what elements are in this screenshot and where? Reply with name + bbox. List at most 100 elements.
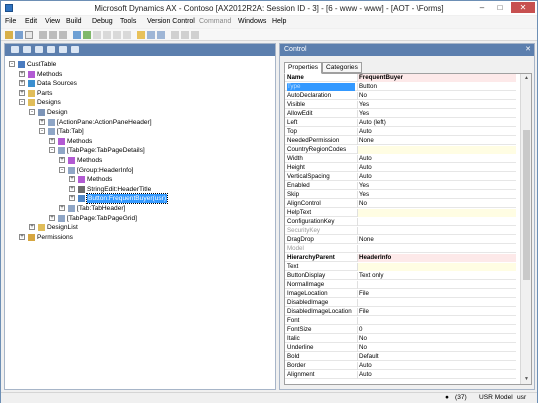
property-row[interactable]: Alignment Auto — [285, 371, 516, 379]
property-value[interactable]: No — [357, 344, 516, 352]
property-row[interactable]: NormalImage — [285, 281, 516, 289]
run-icon[interactable] — [83, 31, 91, 39]
property-row[interactable]: Skip Yes — [285, 191, 516, 199]
property-row[interactable]: ImageLocation File — [285, 290, 516, 298]
menu-edit[interactable]: Edit — [25, 18, 37, 25]
expand-icon[interactable]: + — [59, 157, 65, 163]
menu-help[interactable]: Help — [272, 18, 286, 25]
property-row[interactable]: DisabledImage — [285, 299, 516, 307]
property-row[interactable]: NeededPermission None — [285, 137, 516, 145]
property-row[interactable]: DragDrop None — [285, 236, 516, 244]
open-node-icon[interactable] — [11, 46, 19, 53]
property-row[interactable]: VerticalSpacing Auto — [285, 173, 516, 181]
property-value[interactable] — [357, 263, 516, 271]
property-row[interactable]: AutoDeclaration No — [285, 92, 516, 100]
property-value[interactable]: None — [357, 236, 516, 244]
expand-icon[interactable]: + — [69, 185, 75, 192]
property-value[interactable]: Button — [357, 83, 516, 91]
new-icon[interactable] — [25, 31, 33, 39]
property-row[interactable]: ButtonDisplay Text only — [285, 272, 516, 280]
property-row[interactable]: HelpText — [285, 209, 516, 217]
collapse-icon[interactable]: - — [49, 147, 55, 154]
property-row[interactable]: SecurityKey — [285, 227, 516, 235]
scroll-down-icon[interactable]: ▼ — [521, 375, 531, 384]
property-value[interactable]: No — [357, 200, 516, 208]
expand-icon[interactable]: + — [19, 80, 25, 87]
menu-file[interactable]: File — [5, 18, 16, 25]
property-row[interactable]: AlignControl No — [285, 200, 516, 208]
property-value[interactable]: Auto — [357, 155, 516, 163]
property-row[interactable]: Text — [285, 263, 516, 271]
property-row[interactable]: FontSize 0 — [285, 326, 516, 334]
edit-node-icon[interactable] — [35, 46, 43, 53]
property-value[interactable] — [357, 218, 516, 226]
menu-tools[interactable]: Tools — [120, 18, 136, 25]
collapse-icon[interactable]: - — [19, 99, 25, 106]
collapse-icon[interactable]: - — [9, 61, 15, 67]
menu-version-control[interactable]: Version Control — [147, 18, 195, 25]
property-value[interactable]: File — [357, 308, 516, 316]
property-value[interactable]: Yes — [357, 182, 516, 190]
find-icon[interactable] — [103, 31, 111, 39]
property-row[interactable]: Model — [285, 245, 516, 253]
property-row[interactable]: Underline No — [285, 344, 516, 352]
property-value[interactable]: Auto (left) — [357, 119, 516, 127]
scroll-thumb[interactable] — [523, 130, 530, 280]
compile-icon[interactable] — [73, 31, 81, 39]
menu-debug[interactable]: Debug — [92, 18, 113, 25]
property-value[interactable]: No — [357, 92, 516, 100]
debug-icon[interactable] — [157, 31, 165, 39]
save-node-icon[interactable] — [23, 46, 31, 53]
property-value[interactable]: Auto — [357, 128, 516, 136]
tools-icon[interactable] — [191, 31, 199, 39]
property-value[interactable] — [357, 299, 516, 307]
collapse-icon[interactable]: - — [39, 128, 45, 135]
property-value[interactable] — [357, 281, 516, 289]
property-row[interactable]: Type Button — [285, 83, 516, 91]
warning-icon[interactable] — [137, 31, 145, 39]
property-value[interactable]: HeaderInfo — [357, 254, 516, 262]
menu-view[interactable]: View — [45, 18, 60, 25]
property-value[interactable] — [357, 227, 516, 235]
property-row[interactable]: DisabledImageLocation File — [285, 308, 516, 316]
help-icon[interactable] — [171, 31, 179, 39]
property-row[interactable]: Top Auto — [285, 128, 516, 136]
tab-categories[interactable]: Categories — [322, 62, 362, 73]
maximize-button[interactable]: □ — [491, 2, 509, 13]
property-row[interactable]: Enabled Yes — [285, 182, 516, 190]
property-row[interactable]: Name FrequentBuyer — [285, 74, 516, 82]
property-row[interactable]: AllowEdit Yes — [285, 110, 516, 118]
property-value[interactable]: Default — [357, 353, 516, 361]
menu-windows[interactable]: Windows — [238, 18, 266, 25]
cut-icon[interactable] — [39, 31, 47, 39]
property-row[interactable]: Font — [285, 317, 516, 325]
menu-build[interactable]: Build — [66, 18, 82, 25]
property-value[interactable] — [357, 146, 516, 154]
property-grid-scrollbar[interactable]: ▲ ▼ — [520, 74, 531, 384]
collapse-icon[interactable]: - — [29, 109, 35, 115]
minimize-button[interactable]: – — [473, 2, 491, 13]
tab-properties[interactable]: Properties — [284, 62, 323, 74]
expand-icon[interactable]: + — [19, 233, 25, 240]
property-row[interactable]: Left Auto (left) — [285, 119, 516, 127]
property-value[interactable]: Yes — [357, 191, 516, 199]
expand-icon[interactable]: + — [39, 118, 45, 125]
properties-close-icon[interactable]: ✕ — [525, 44, 531, 56]
property-value[interactable]: Yes — [357, 110, 516, 118]
expand-icon[interactable]: + — [49, 137, 55, 144]
property-row[interactable]: Width Auto — [285, 155, 516, 163]
property-value[interactable]: Yes — [357, 101, 516, 109]
breakpoint-icon[interactable] — [147, 31, 155, 39]
property-row[interactable]: Bold Default — [285, 353, 516, 361]
save-icon[interactable] — [15, 31, 23, 39]
property-value[interactable]: 0 — [357, 326, 516, 334]
property-value[interactable] — [357, 209, 516, 217]
property-value[interactable] — [357, 245, 516, 253]
compile-node-icon[interactable] — [59, 46, 67, 53]
property-row[interactable]: Height Auto — [285, 164, 516, 172]
expand-icon[interactable]: + — [29, 224, 35, 231]
property-value[interactable]: Text only — [357, 272, 516, 280]
open-icon[interactable] — [5, 31, 13, 39]
expand-icon[interactable]: + — [69, 195, 75, 202]
expand-icon[interactable]: + — [69, 176, 75, 183]
